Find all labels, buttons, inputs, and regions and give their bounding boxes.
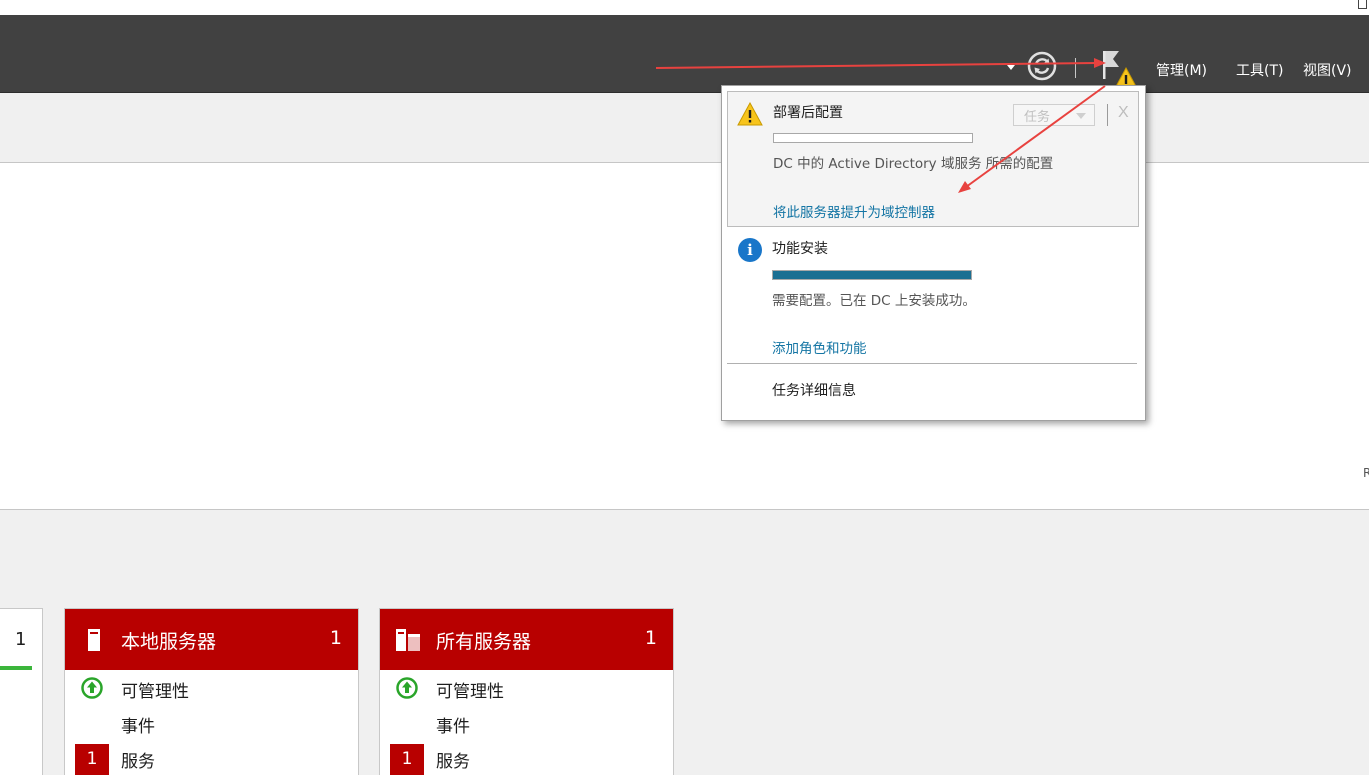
partial-tile-status-bar (0, 666, 32, 670)
navigation-dropdown-arrow[interactable] (1007, 65, 1015, 70)
task-details-link[interactable]: 任务详细信息 (772, 380, 856, 400)
tile-header[interactable]: 本地服务器 1 (65, 609, 358, 670)
tile-row-services[interactable]: 服务 (121, 747, 155, 772)
promote-domain-controller-link[interactable]: 将此服务器提升为域控制器 (773, 201, 935, 221)
popup-divider (1107, 104, 1108, 126)
notification-title: 功能安装 (772, 241, 828, 257)
notification-description: 需要配置。已在 DC 上安装成功。 (772, 293, 976, 309)
tile-local-server[interactable]: 本地服务器 1 可管理性 事件 1 服务 (64, 608, 359, 775)
manageability-ok-icon (81, 677, 103, 699)
progress-bar (772, 270, 972, 280)
services-alert-badge: 1 (390, 744, 424, 775)
server-icon (88, 629, 100, 651)
tile-count: 1 (329, 627, 342, 649)
tasks-button-label: 任务 (1024, 110, 1051, 125)
menu-view[interactable]: 视图(V) (1303, 60, 1352, 80)
tile-row-manageability[interactable]: 可管理性 (436, 677, 504, 702)
notification-description: DC 中的 Active Directory 域服务 所需的配置 (773, 156, 1054, 172)
tile-row-services[interactable]: 服务 (436, 747, 470, 772)
dashboard-header-band (0, 93, 1369, 163)
progress-bar (773, 133, 973, 143)
window-corner-glyph (1358, 0, 1367, 9)
partial-tile[interactable]: 1 (0, 608, 43, 775)
title-bar: 管理(M) 工具(T) 视图(V) (0, 15, 1369, 93)
chevron-down-icon (1076, 113, 1086, 119)
manageability-ok-icon (396, 677, 418, 699)
menu-tools[interactable]: 工具(T) (1236, 60, 1283, 80)
notification-title: 部署后配置 (773, 105, 843, 121)
toolbar-divider (1075, 58, 1076, 78)
progress-bar-fill (773, 271, 971, 279)
clipped-edge-text: R (1363, 466, 1369, 480)
tasks-dropdown-button[interactable]: 任务 (1013, 104, 1095, 126)
tile-header[interactable]: 所有服务器 1 (380, 609, 673, 670)
notifications-popup: 部署后配置 任务 X DC 中的 Active Directory 域服务 所需… (721, 85, 1146, 421)
tile-row-events[interactable]: 事件 (436, 712, 470, 737)
close-notification-button[interactable]: X (1118, 104, 1129, 122)
tile-title: 本地服务器 (121, 631, 217, 653)
tile-row-manageability[interactable]: 可管理性 (121, 677, 189, 702)
add-roles-features-link[interactable]: 添加角色和功能 (772, 337, 867, 357)
info-icon: i (738, 238, 762, 262)
warning-icon (737, 102, 763, 126)
servers-icon (396, 629, 420, 651)
refresh-icon[interactable] (1027, 51, 1057, 81)
notification-post-deployment: 部署后配置 任务 X DC 中的 Active Directory 域服务 所需… (727, 91, 1139, 227)
popup-separator (727, 363, 1137, 364)
menu-manage[interactable]: 管理(M) (1156, 60, 1207, 80)
tile-all-servers[interactable]: 所有服务器 1 可管理性 事件 1 服务 (379, 608, 674, 775)
partial-tile-count: 1 (15, 629, 27, 650)
services-alert-badge: 1 (75, 744, 109, 775)
tile-count: 1 (644, 627, 657, 649)
tile-row-events[interactable]: 事件 (121, 712, 155, 737)
tile-title: 所有服务器 (436, 631, 532, 653)
